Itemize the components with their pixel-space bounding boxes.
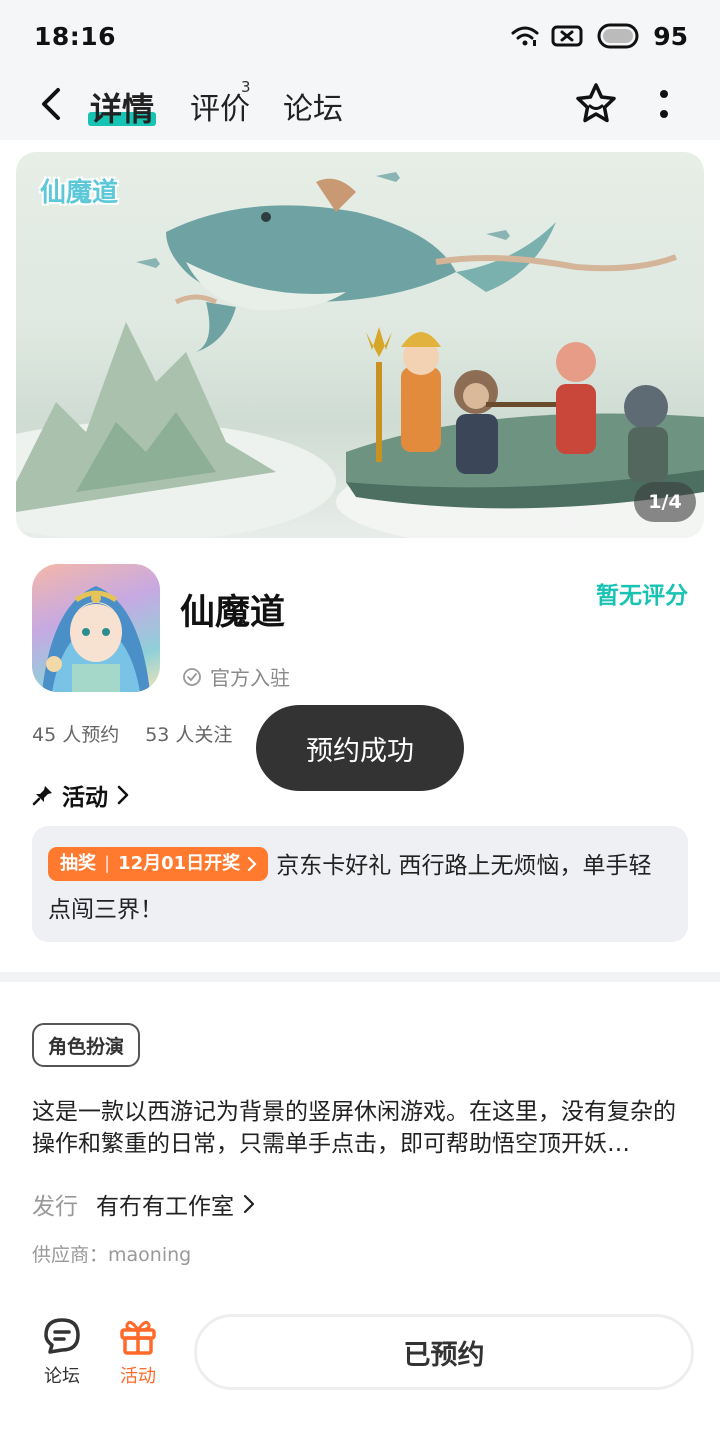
lottery-badge[interactable]: 抽奖 | 12月01日开奖: [48, 846, 269, 881]
chevron-right-icon: [248, 856, 257, 871]
reservation-count: 45 人预约: [32, 724, 120, 746]
publisher-row[interactable]: 发行 有冇有工作室: [32, 1187, 256, 1221]
activity-card[interactable]: 抽奖 | 12月01日开奖 京东卡好礼 西行路上无烦恼，单手轻点闯三界！: [32, 826, 688, 942]
game-app-icon: [32, 564, 160, 692]
status-time: 18:16: [34, 21, 117, 51]
publisher-label: 发行: [32, 1194, 78, 1220]
tab-details[interactable]: 详情: [90, 84, 154, 130]
rating-status: 暂无评分: [596, 583, 688, 609]
activity-label: 活动: [120, 1366, 156, 1387]
bottom-nav-forum[interactable]: 论坛: [27, 1316, 97, 1388]
review-count-badge: 3: [241, 78, 251, 96]
back-icon[interactable]: [36, 86, 66, 122]
more-icon[interactable]: [652, 82, 676, 126]
battery-icon: [597, 23, 639, 49]
game-details-section: 角色扮演 这是一款以西游记为背景的竖屏休闲游戏。在这里，没有复杂的操作和繁重的日…: [0, 982, 720, 1302]
activity-section-header[interactable]: 活动: [32, 778, 130, 812]
sim-off-icon: [551, 25, 583, 47]
forum-chat-icon: [44, 1318, 80, 1354]
toast-message: 预约成功: [256, 705, 464, 791]
reserved-button[interactable]: 已预约: [194, 1314, 694, 1390]
bottom-nav-activity[interactable]: 活动: [103, 1316, 173, 1388]
supplier-text: 供应商：maoning: [32, 1244, 192, 1266]
game-avatar-art: [42, 586, 150, 692]
game-stats: 45 人预约 53 人关注: [32, 720, 232, 747]
battery-level: 95: [653, 21, 688, 51]
gift-icon: [120, 1320, 156, 1355]
official-badge: 官方入驻: [182, 662, 290, 691]
carousel-page-indicator: 1/4: [634, 482, 696, 522]
game-description[interactable]: 这是一款以西游记为背景的竖屏休闲游戏。在这里，没有复杂的操作和繁重的日常，只需单…: [32, 1096, 692, 1160]
star-icon[interactable]: [572, 80, 620, 128]
bottom-action-bar: 论坛 活动 已预约: [0, 1296, 720, 1440]
chevron-right-icon: [117, 785, 129, 805]
badge-separator: |: [104, 852, 111, 874]
status-icons: 95: [511, 22, 688, 51]
lottery-date: 12月01日开奖: [118, 852, 241, 874]
top-navigation: 详情 评价 3 论坛: [0, 72, 720, 138]
forum-label: 论坛: [44, 1366, 80, 1387]
lottery-label: 抽奖: [60, 852, 96, 874]
banner-artwork: [16, 172, 704, 538]
screenshot-carousel[interactable]: 仙魔道 1/4: [16, 152, 704, 538]
follower-count: 53 人关注: [145, 724, 233, 746]
genre-tag[interactable]: 角色扮演: [32, 1023, 141, 1067]
banner-game-logo: 仙魔道: [40, 178, 119, 208]
publisher-name: 有冇有工作室: [96, 1194, 234, 1220]
section-divider: [0, 972, 720, 982]
game-title: 仙魔道: [180, 593, 286, 633]
activity-heading: 活动: [62, 785, 108, 811]
chevron-right-icon: [243, 1194, 255, 1214]
status-bar: 18:16 95: [0, 0, 720, 72]
wifi-icon: [511, 26, 539, 46]
pin-icon: [32, 786, 52, 806]
official-label: 官方入驻: [210, 666, 290, 690]
tab-forum[interactable]: 论坛: [283, 84, 343, 128]
verified-check-icon: [183, 667, 201, 686]
